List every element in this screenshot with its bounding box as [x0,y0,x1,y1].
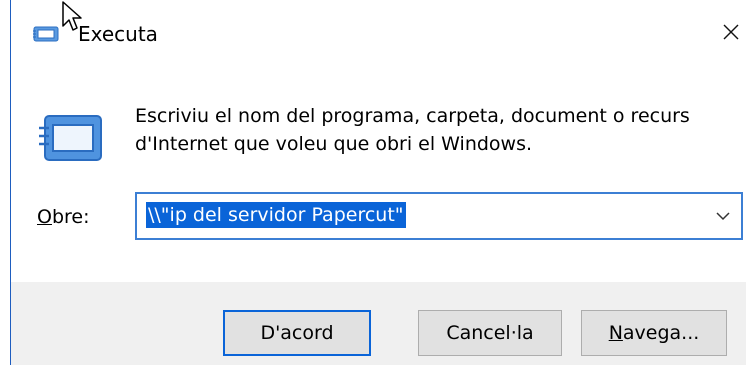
mouse-cursor-icon [61,0,83,34]
open-label-rest: bre: [51,206,90,228]
close-button[interactable] [716,12,746,52]
open-label-accel: O [37,206,52,228]
cancel-button[interactable]: Cancel·la [418,310,562,356]
open-input[interactable]: \\"ip del servidor Papercut" [146,202,406,228]
description-line: Escriviu el nom del programa, carpeta, d… [135,105,690,127]
open-label: Obre: [37,204,90,230]
window-title: Executa [78,22,158,46]
dialog-content: Escriviu el nom del programa, carpeta, d… [11,62,746,282]
browse-accel: N [608,322,623,344]
browse-button[interactable]: Navega... [581,310,727,356]
dialog-description: Escriviu el nom del programa, carpeta, d… [135,102,735,158]
run-icon [39,112,105,164]
description-line: d'Internet que voleu que obri el Windows… [135,133,533,155]
button-bar: D'acord Cancel·la Navega... [11,282,746,365]
open-combobox[interactable]: \\"ip del servidor Papercut" [135,192,743,240]
close-icon [723,24,739,40]
run-dialog: Executa Escriviu el nom del programa, ca… [0,0,746,365]
ok-button[interactable]: D'acord [223,310,371,356]
browse-rest: avega... [622,322,700,344]
title-bar[interactable]: Executa [11,0,746,62]
run-icon [33,24,59,44]
chevron-down-icon[interactable] [713,206,733,226]
